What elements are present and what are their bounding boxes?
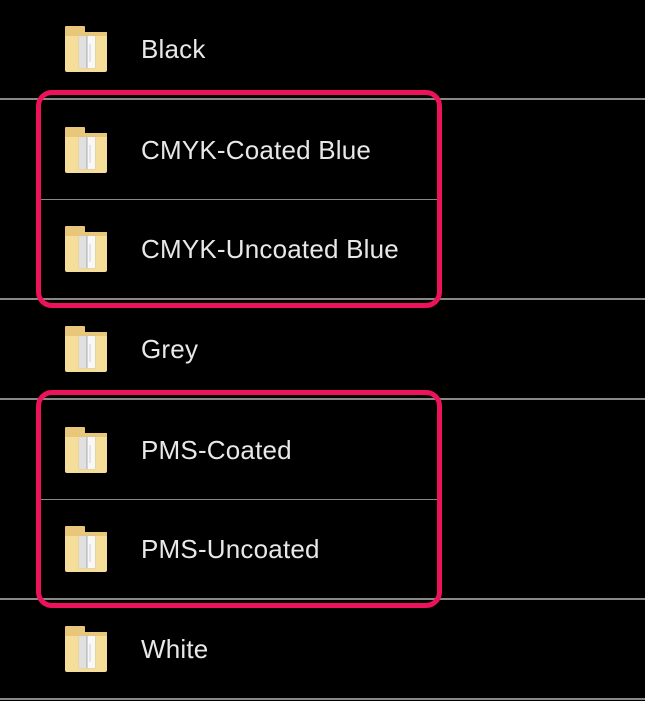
folder-icon [65,522,119,576]
list-item[interactable]: PMS-Uncoated [0,500,645,600]
list-item[interactable]: Black [0,0,645,100]
folder-label: White [141,634,208,665]
folder-icon [65,22,119,76]
folder-label: Grey [141,334,198,365]
folder-label: Black [141,34,206,65]
list-item[interactable]: Grey [0,300,645,400]
folder-icon [65,423,119,477]
folder-label: PMS-Coated [141,435,292,466]
folder-label: PMS-Uncoated [141,534,320,565]
list-item[interactable]: CMYK-Uncoated Blue [0,200,645,300]
list-item[interactable]: PMS-Coated [0,400,645,500]
folder-list: Black CMYK-Coated Blue CMYK-Uncoated Blu… [0,0,645,700]
folder-label: CMYK-Coated Blue [141,135,371,166]
folder-icon [65,222,119,276]
list-item[interactable]: White [0,600,645,700]
row-divider [41,199,437,200]
folder-icon [65,622,119,676]
folder-icon [65,123,119,177]
row-divider [41,499,437,500]
folder-label: CMYK-Uncoated Blue [141,234,399,265]
list-item[interactable]: CMYK-Coated Blue [0,100,645,200]
folder-icon [65,322,119,376]
